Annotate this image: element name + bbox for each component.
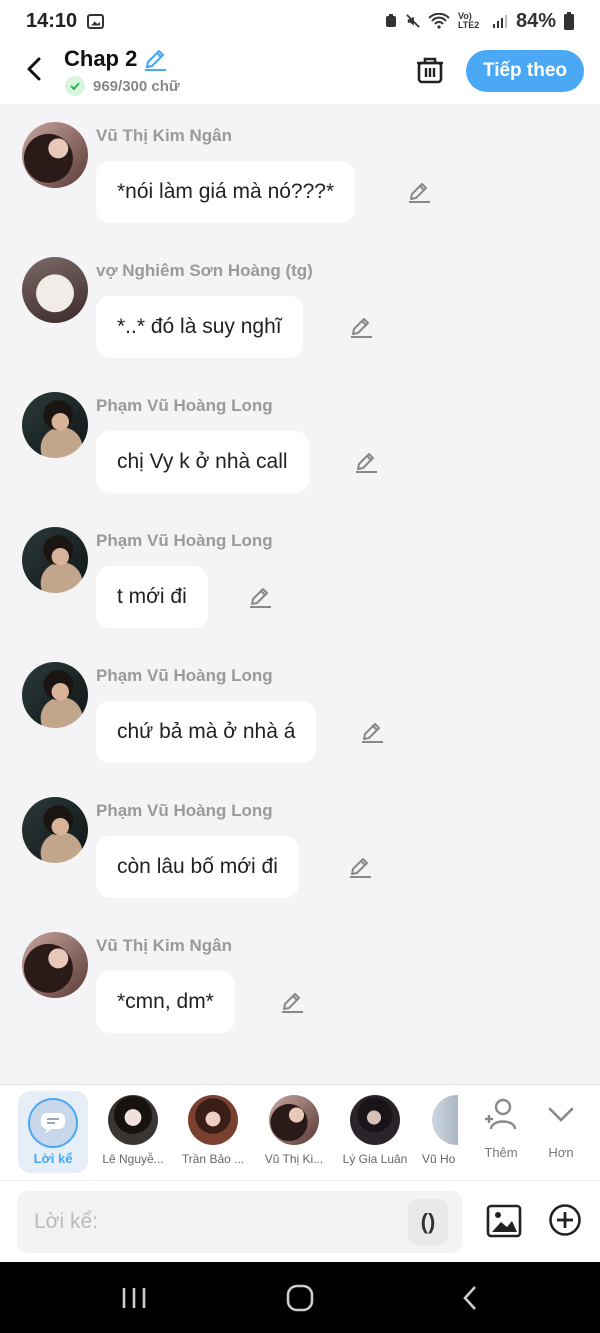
status-right: Vo) LTE2 84% (384, 10, 574, 33)
message-bubble[interactable]: còn lâu bố mới đi (96, 836, 299, 898)
chapter-header: Chap 2 969/300 chữ Tiếp theo (0, 42, 600, 104)
narrator-label: Lời kể (33, 1151, 73, 1166)
battery-percent: 84% (515, 9, 556, 32)
edit-pencil-icon[interactable] (348, 314, 374, 340)
avatar[interactable] (22, 122, 88, 188)
edit-pencil-icon[interactable] (359, 719, 385, 745)
narration-input[interactable]: Lời kể: (17, 1191, 462, 1253)
parenthesis-button[interactable]: () (408, 1199, 448, 1245)
trash-icon[interactable] (414, 54, 446, 86)
network-label: Vo) LTE2 (457, 11, 480, 30)
composer-bar: Lời kể: () (0, 1180, 600, 1262)
edit-pencil-icon[interactable] (406, 179, 432, 205)
avatar[interactable] (22, 392, 88, 458)
avatar[interactable] (22, 797, 88, 863)
avatar[interactable] (22, 662, 88, 728)
narrator-button[interactable]: Lời kể (18, 1091, 88, 1173)
home-icon[interactable] (286, 1284, 314, 1312)
more-label: Hơn (548, 1145, 574, 1160)
character-name: Vũ Thị Ki... (264, 1152, 324, 1166)
alarm-icon (385, 14, 396, 27)
character-name: Trần Bảo ... (181, 1152, 245, 1166)
message-author: vợ Nghiêm Sơn Hoàng (tg) (96, 261, 313, 280)
status-bar: 14:10 Vo) LTE2 84% (0, 0, 600, 42)
avatar (350, 1095, 400, 1145)
signal-icon (492, 15, 507, 28)
edit-pencil-icon[interactable] (247, 584, 273, 610)
message-author: Vũ Thị Kim Ngân (96, 126, 232, 145)
add-character-label: Thêm (484, 1145, 518, 1160)
battery-icon (564, 12, 574, 30)
character-item[interactable]: Vũ Thị Ki... (255, 1093, 333, 1173)
message-bubble[interactable]: *cmn, dm* (96, 971, 235, 1033)
avatar[interactable] (22, 932, 88, 998)
avatar (269, 1095, 319, 1145)
message-bubble[interactable]: chị Vy k ở nhà call (96, 431, 309, 493)
add-circle-icon[interactable] (548, 1203, 582, 1237)
message-item: vợ Nghiêm Sơn Hoàng (tg) *..* đó là suy … (0, 239, 600, 374)
chevron-down-icon (548, 1107, 574, 1122)
character-item[interactable]: Vũ Ho (418, 1093, 458, 1173)
edit-pencil-icon[interactable] (279, 989, 305, 1015)
message-item: Phạm Vũ Hoàng Long t mới đi (0, 509, 600, 644)
character-bar: Lời kể Lê Nguyễ... Trần Bảo ... Vũ Thị K… (0, 1084, 600, 1180)
avatar (188, 1095, 238, 1145)
avatar[interactable] (22, 527, 88, 593)
message-bubble[interactable]: *nói làm giá mà nó???* (96, 161, 356, 223)
character-name: Lý Gia Luân (342, 1152, 408, 1166)
message-bubble[interactable]: t mới đi (96, 566, 208, 628)
narration-bubble-icon (28, 1098, 78, 1148)
add-character-button[interactable]: Thêm (478, 1095, 524, 1165)
message-item: Vũ Thị Kim Ngân *cmn, dm* (0, 914, 600, 1049)
character-item[interactable]: Lý Gia Luân (336, 1093, 414, 1173)
message-bubble[interactable]: chứ bả mà ở nhà á (96, 701, 317, 763)
message-bubble[interactable]: *..* đó là suy nghĩ (96, 296, 303, 358)
message-author: Phạm Vũ Hoàng Long (96, 666, 273, 685)
gallery-notification-icon (87, 13, 105, 29)
character-name: Vũ Ho (422, 1152, 456, 1166)
character-item[interactable]: Lê Nguyễ... (94, 1093, 172, 1173)
image-icon[interactable] (486, 1203, 522, 1239)
wifi-icon (428, 13, 450, 29)
avatar (108, 1095, 158, 1145)
word-count-text: 969/300 chữ (93, 77, 180, 95)
edit-title-pencil-icon[interactable] (142, 46, 168, 72)
check-icon (65, 76, 85, 96)
mute-icon (406, 14, 420, 28)
message-feed: Vũ Thị Kim Ngân *nói làm giá mà nó???* v… (0, 104, 600, 1084)
nav-back-icon[interactable] (460, 1284, 480, 1312)
message-author: Vũ Thị Kim Ngân (96, 936, 232, 955)
more-button[interactable]: Hơn (538, 1095, 584, 1165)
character-item[interactable]: Trần Bảo ... (174, 1093, 252, 1173)
message-author: Phạm Vũ Hoàng Long (96, 531, 273, 550)
add-person-icon (485, 1098, 517, 1130)
message-item: Vũ Thị Kim Ngân *nói làm giá mà nó???* (0, 104, 600, 239)
message-author: Phạm Vũ Hoàng Long (96, 801, 273, 820)
word-count: 969/300 chữ (65, 76, 180, 96)
message-item: Phạm Vũ Hoàng Long còn lâu bố mới đi (0, 779, 600, 914)
message-item: Phạm Vũ Hoàng Long chị Vy k ở nhà call (0, 374, 600, 509)
message-author: Phạm Vũ Hoàng Long (96, 396, 273, 415)
avatar[interactable] (22, 257, 88, 323)
next-button[interactable]: Tiếp theo (466, 50, 584, 92)
avatar (432, 1095, 458, 1145)
chapter-title: Chap 2 (64, 46, 138, 71)
back-arrow-icon[interactable] (20, 54, 50, 84)
message-item: Phạm Vũ Hoàng Long chứ bả mà ở nhà á (0, 644, 600, 779)
recent-apps-icon[interactable] (120, 1286, 148, 1310)
edit-pencil-icon[interactable] (347, 854, 373, 880)
character-name: Lê Nguyễ... (102, 1152, 164, 1166)
system-nav-bar (0, 1262, 600, 1333)
status-time: 14:10 (26, 9, 78, 32)
edit-pencil-icon[interactable] (353, 449, 379, 475)
